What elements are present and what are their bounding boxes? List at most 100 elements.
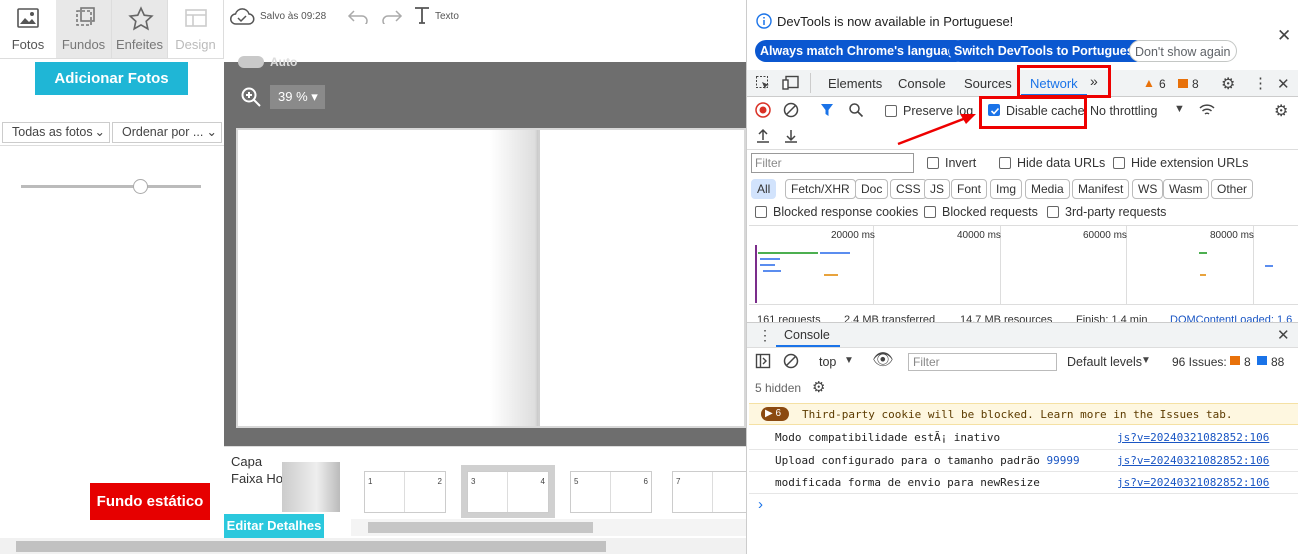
tab-fotos[interactable]: Fotos: [0, 0, 56, 58]
tab-design[interactable]: Design: [168, 0, 224, 58]
export-har-icon[interactable]: [784, 128, 798, 144]
drawer-menu-icon[interactable]: ⋮: [758, 327, 772, 344]
console-settings-icon[interactable]: ⚙: [812, 378, 825, 396]
edit-details-button[interactable]: Editar Detalhes: [224, 514, 324, 538]
close-drawer-icon[interactable]: ✕: [1277, 326, 1290, 344]
tab-label: Enfeites: [116, 37, 163, 52]
console-message: modificada forma de envio para newResize: [775, 476, 1040, 489]
source-link[interactable]: js?v=20240321082852:106: [1117, 476, 1269, 489]
page-thumbnail[interactable]: 56: [570, 471, 652, 513]
type-filter-manifest[interactable]: Manifest: [1072, 179, 1130, 199]
import-har-icon[interactable]: [756, 128, 770, 144]
issue-count[interactable]: 8: [1192, 77, 1199, 91]
photo-filter-select[interactable]: Todas as fotos ⌄: [2, 122, 110, 143]
settings-icon[interactable]: ⚙: [1221, 74, 1235, 94]
warning-icon[interactable]: ▲: [1143, 76, 1155, 90]
close-devtools-icon[interactable]: ✕: [1277, 75, 1290, 93]
issue-info-icon[interactable]: [1257, 356, 1267, 365]
hide-extension-urls-checkbox[interactable]: [1113, 157, 1125, 169]
star-icon: [128, 6, 154, 31]
issues-info-count[interactable]: 88: [1271, 355, 1284, 369]
switch-language-button[interactable]: Switch DevTools to Portuguese: [949, 40, 1146, 62]
issues-label[interactable]: 96 Issues:: [1172, 355, 1227, 369]
chevron-down-icon[interactable]: ▼: [1174, 103, 1185, 115]
issue-icon[interactable]: [1178, 79, 1188, 88]
undo-icon[interactable]: [346, 8, 370, 24]
slider-handle[interactable]: [133, 179, 148, 194]
sidebar-toggle-icon[interactable]: [755, 353, 771, 369]
network-conditions-icon[interactable]: [1198, 102, 1216, 118]
type-filter-media[interactable]: Media: [1025, 179, 1070, 199]
static-background-button[interactable]: Fundo estático: [90, 483, 210, 520]
warning-count[interactable]: 6: [1159, 77, 1166, 91]
crop-icon: [76, 7, 95, 26]
text-tool-icon[interactable]: [413, 5, 431, 25]
inspect-icon[interactable]: [755, 75, 771, 91]
type-filter-js[interactable]: JS: [924, 179, 951, 199]
type-filter-doc[interactable]: Doc: [855, 179, 889, 199]
chevron-down-icon[interactable]: ▼: [1141, 355, 1151, 366]
source-link[interactable]: js?v=20240321082852:106: [1117, 431, 1269, 444]
eye-icon[interactable]: 👁: [872, 350, 894, 370]
tab-sources[interactable]: Sources: [964, 76, 1012, 91]
issues-warning-count[interactable]: 8: [1244, 355, 1251, 369]
auto-toggle[interactable]: [238, 56, 264, 68]
clear-icon[interactable]: [783, 102, 799, 118]
text-tool-label[interactable]: Texto: [435, 11, 459, 22]
tab-console[interactable]: Console: [898, 76, 946, 91]
type-filter-img[interactable]: Img: [990, 179, 1023, 199]
type-filter-css[interactable]: CSS: [890, 179, 927, 199]
page-scrollbar-thumb[interactable]: [16, 541, 606, 552]
select-value: Todas as fotos: [12, 125, 93, 139]
search-icon[interactable]: [848, 102, 864, 118]
console-prompt[interactable]: ›: [758, 496, 763, 513]
invert-checkbox[interactable]: [927, 157, 939, 169]
close-banner-icon[interactable]: ✕: [1277, 26, 1291, 46]
redo-icon[interactable]: [380, 8, 404, 24]
console-filter-input[interactable]: Filter: [908, 353, 1057, 371]
type-filter-wasm[interactable]: Wasm: [1163, 179, 1209, 199]
hide-data-urls-checkbox[interactable]: [999, 157, 1011, 169]
sort-select[interactable]: Ordenar por ... ⌄: [112, 122, 222, 143]
clear-console-icon[interactable]: [783, 353, 799, 369]
device-toggle-icon[interactable]: [782, 75, 800, 91]
page-thumbnail[interactable]: 12: [364, 471, 446, 513]
zoom-select[interactable]: 39 % ▾: [270, 85, 325, 109]
page-thumbnail[interactable]: 34: [467, 471, 549, 513]
type-filter-font[interactable]: Font: [951, 179, 988, 199]
third-party-checkbox[interactable]: [1047, 206, 1059, 218]
type-filter-all[interactable]: All: [751, 179, 777, 199]
network-settings-icon[interactable]: ⚙: [1274, 101, 1288, 121]
warning-group-badge[interactable]: ▶ 6: [761, 407, 789, 421]
issue-warning-icon[interactable]: [1230, 356, 1240, 365]
filter-icon[interactable]: [820, 103, 834, 117]
auto-label: Auto: [270, 55, 298, 69]
tab-elements[interactable]: Elements: [828, 76, 882, 91]
network-summary: 161 requests 2.4 MB transferred 14.7 MB …: [749, 306, 1298, 322]
zoom-icon[interactable]: [240, 86, 262, 108]
chevron-down-icon[interactable]: ▼: [844, 355, 854, 366]
tab-fundos[interactable]: Fundos: [56, 0, 112, 58]
type-filter-fetch[interactable]: Fetch/XHR: [785, 179, 856, 199]
tab-enfeites[interactable]: Enfeites: [112, 0, 168, 58]
add-photos-button[interactable]: Adicionar Fotos: [35, 62, 188, 95]
match-language-button[interactable]: Always match Chrome's language: [755, 40, 968, 62]
source-link[interactable]: js?v=20240321082852:106: [1117, 454, 1269, 467]
strip-scrollbar-thumb[interactable]: [368, 522, 593, 533]
type-filter-other[interactable]: Other: [1211, 179, 1254, 199]
record-icon[interactable]: [755, 102, 771, 118]
context-select[interactable]: top: [819, 355, 836, 369]
throttling-select[interactable]: No throttling: [1090, 104, 1157, 118]
size-slider[interactable]: [21, 185, 201, 188]
blocked-cookies-checkbox[interactable]: [755, 206, 767, 218]
dont-show-again-button[interactable]: Don't show again: [1129, 40, 1237, 62]
divider: [0, 145, 224, 146]
network-filter-input[interactable]: Filter: [751, 153, 914, 173]
kebab-menu-icon[interactable]: ⋮: [1253, 74, 1268, 92]
console-drawer-tab[interactable]: Console: [784, 328, 830, 342]
page-thumbnail[interactable]: 7: [672, 471, 746, 513]
blocked-requests-checkbox[interactable]: [924, 206, 936, 218]
type-filter-ws[interactable]: WS: [1132, 179, 1164, 199]
log-levels-select[interactable]: Default levels: [1067, 355, 1142, 369]
cover-thumbnail[interactable]: [282, 462, 340, 512]
